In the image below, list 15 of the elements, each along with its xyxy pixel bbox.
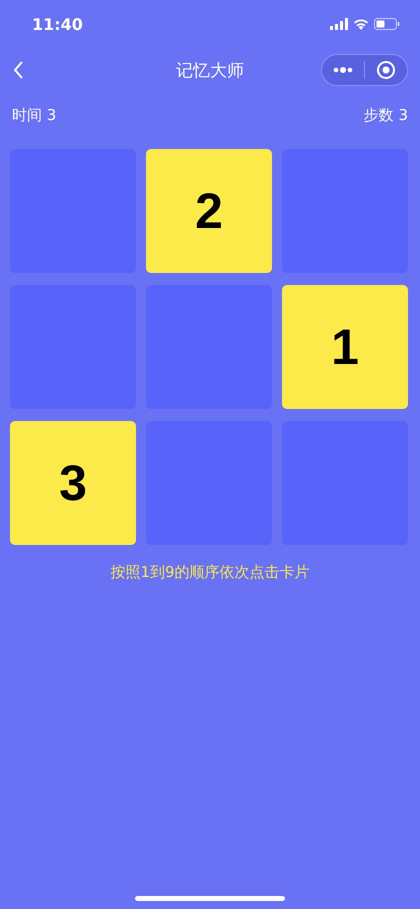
back-button[interactable] xyxy=(12,60,24,80)
step-counter: 步数 3 xyxy=(364,106,408,126)
revealed-card[interactable]: 1 xyxy=(282,285,408,409)
status-time: 11:40 xyxy=(32,14,83,34)
close-icon[interactable] xyxy=(376,60,396,80)
back-icon xyxy=(12,60,24,80)
page-title: 记忆大师 xyxy=(176,60,244,82)
signal-icon xyxy=(330,18,348,30)
battery-icon xyxy=(374,18,400,30)
revealed-card[interactable]: 3 xyxy=(10,421,136,545)
more-icon[interactable] xyxy=(333,67,353,73)
wifi-icon xyxy=(353,18,369,30)
revealed-card[interactable]: 2 xyxy=(146,149,272,273)
time-counter: 时间 3 xyxy=(12,106,56,126)
instruction-text: 按照1到9的顺序依次点击卡片 xyxy=(110,563,310,581)
